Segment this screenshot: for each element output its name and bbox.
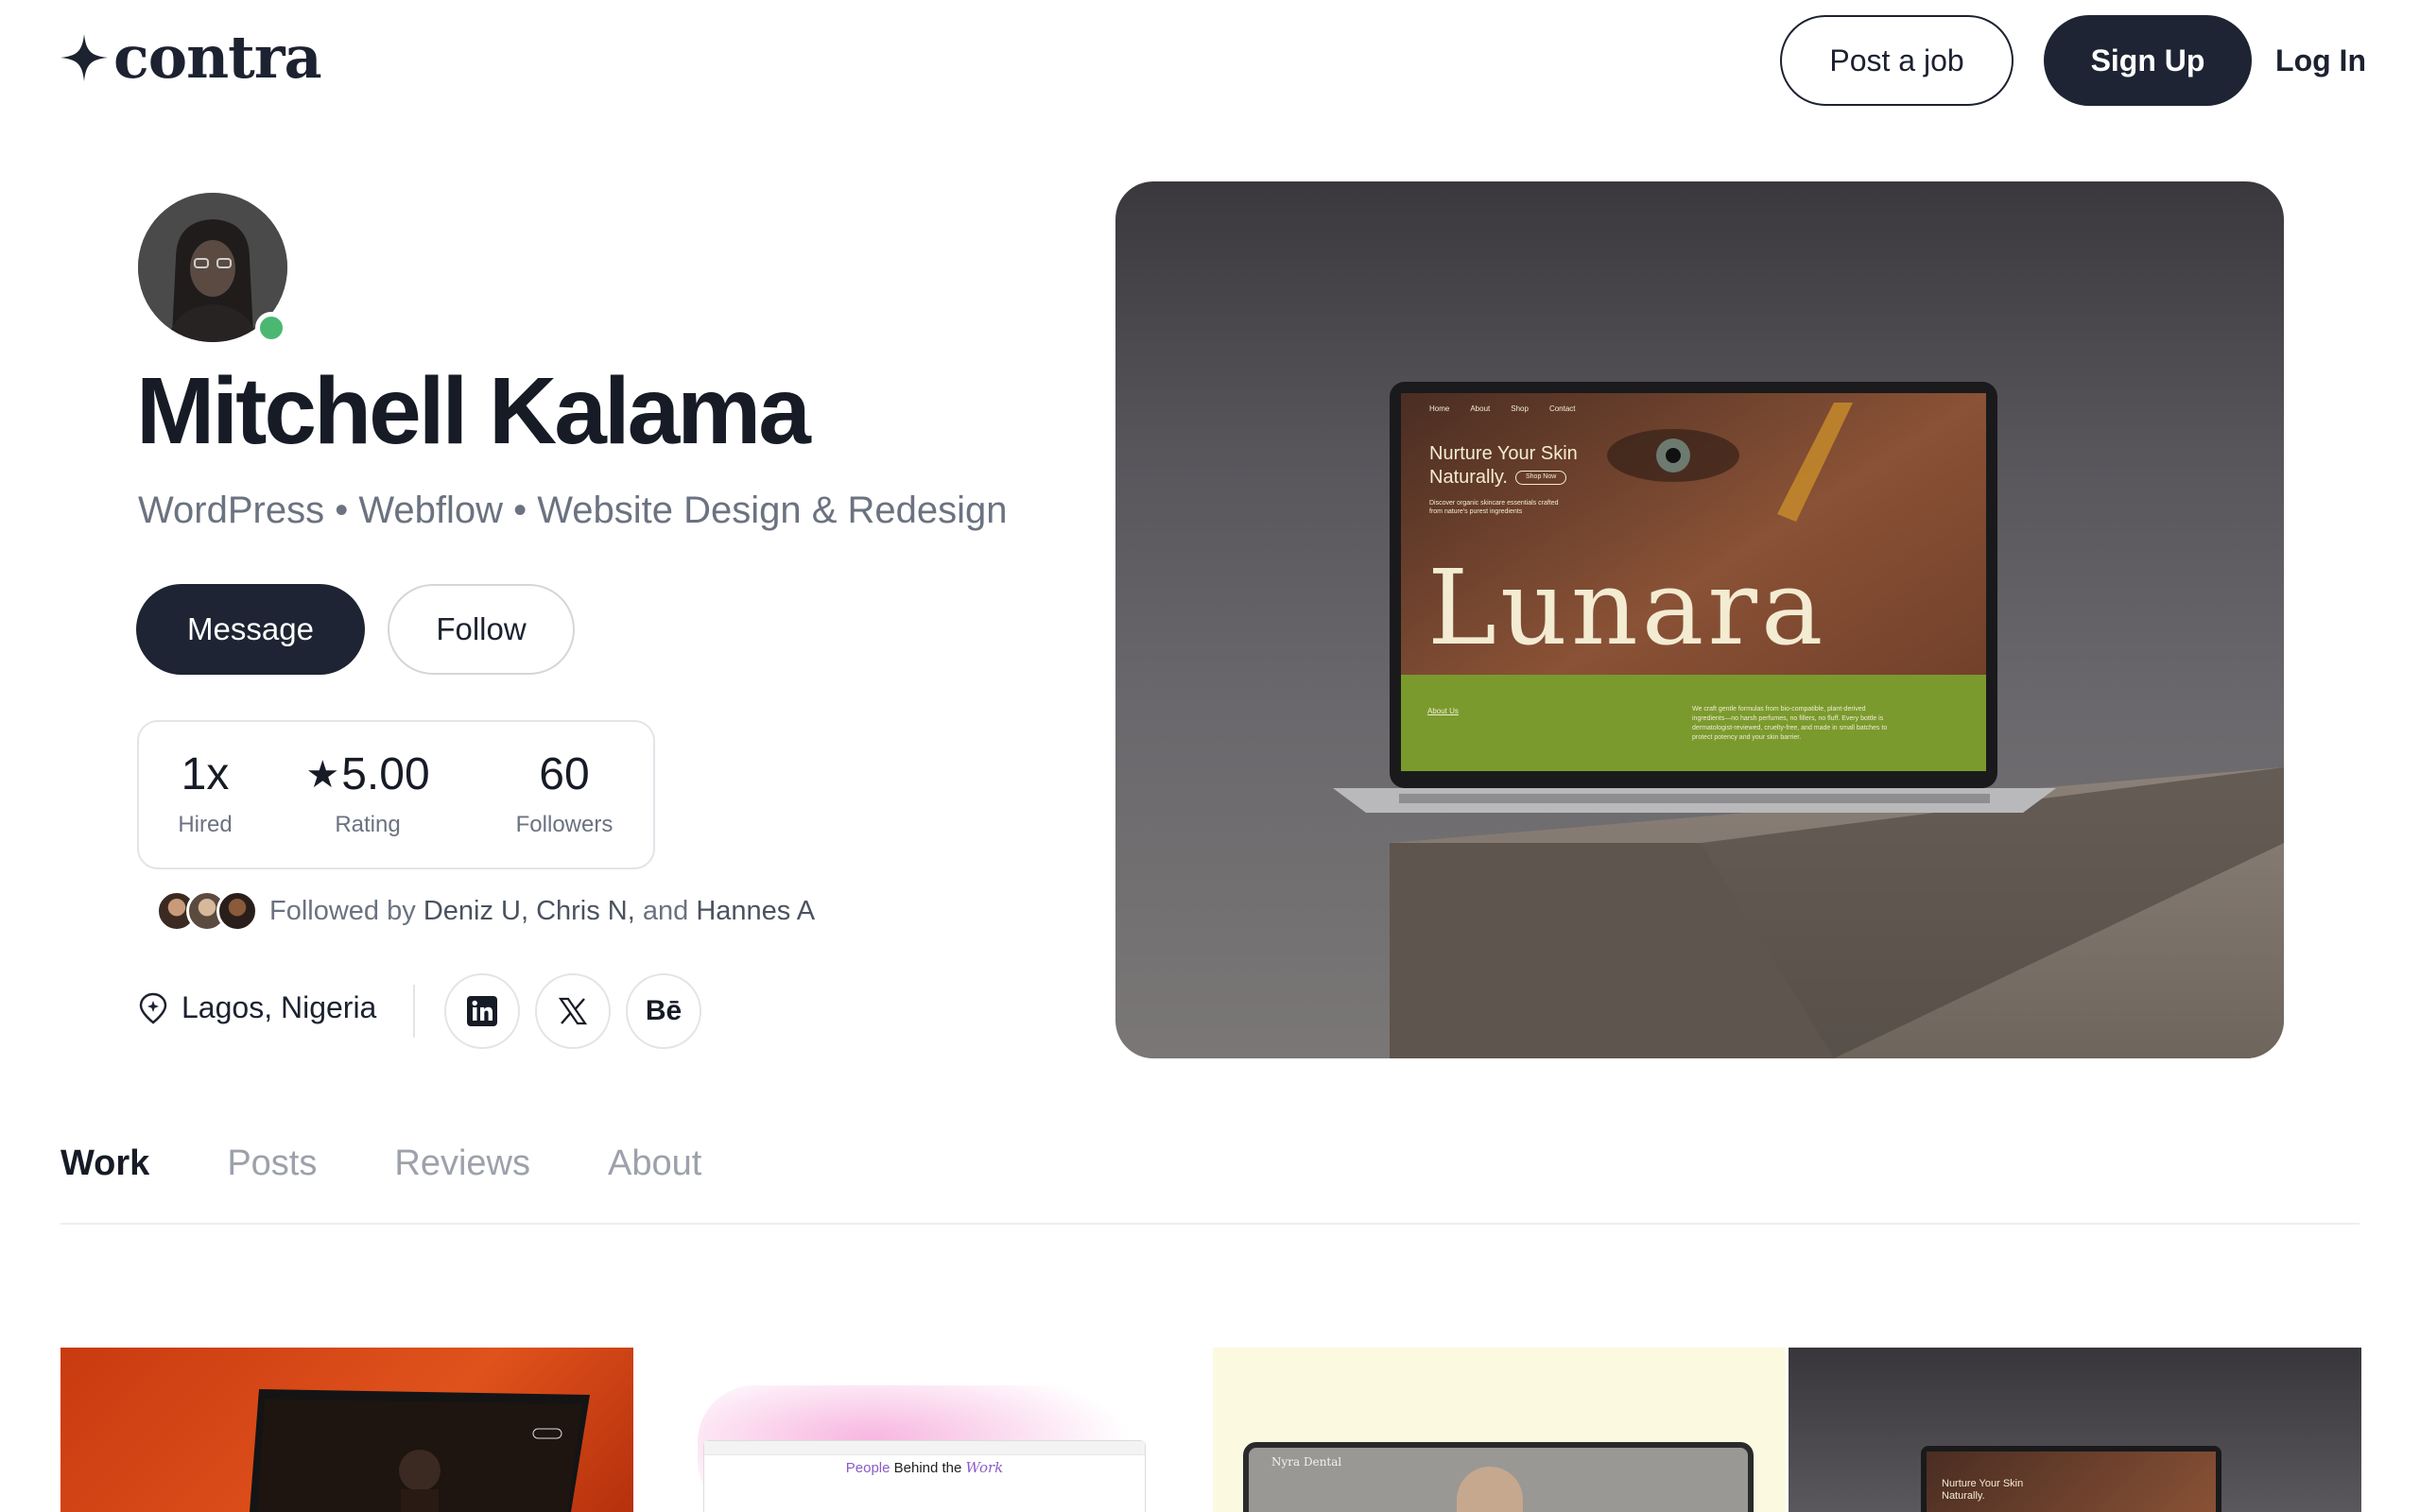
work-card-headline: Nurture Your Skin xyxy=(1942,1478,2024,1489)
work-card[interactable]: Nyra Dental xyxy=(1213,1348,1786,1512)
hero-nav-item: Home xyxy=(1429,404,1450,413)
work-card-headline: Naturally. xyxy=(1942,1490,1985,1503)
follower-name[interactable]: Hannes A xyxy=(696,896,815,926)
star-icon: ★ xyxy=(305,754,340,797)
follower-name[interactable]: Deniz U, xyxy=(424,896,528,926)
stat-rating-label: Rating xyxy=(335,811,401,837)
hero-headline: Nurture Your Skin Naturally. Shop Now xyxy=(1429,442,1578,490)
online-status-dot xyxy=(255,312,287,344)
sign-up-button[interactable]: Sign Up xyxy=(2044,15,2252,106)
stat-hired-label: Hired xyxy=(178,811,233,837)
hero-headline-line: Nurture Your Skin xyxy=(1429,443,1578,464)
hero-nav-item: Shop xyxy=(1511,404,1529,413)
work-card-title: People Behind the Work xyxy=(845,1459,1004,1476)
follower-avatar xyxy=(216,890,258,932)
profile-name: Mitchell Kalama xyxy=(136,358,811,464)
stat-hired-value: 1x xyxy=(181,749,230,799)
hero-about-link: About Us xyxy=(1427,707,1459,715)
profile-tabs: Work Posts Reviews About xyxy=(60,1143,779,1184)
location: Lagos, Nigeria xyxy=(138,990,376,1025)
stat-hired: 1x Hired xyxy=(139,749,271,838)
hero-shop-now: Shop Now xyxy=(1515,471,1567,485)
log-in-button[interactable]: Log In xyxy=(2269,15,2373,106)
linkedin-link[interactable] xyxy=(444,973,520,1049)
brand-name: contra xyxy=(113,23,322,92)
hero-subtext-line: from nature's purest ingredients xyxy=(1429,508,1523,516)
hero-body-line: dermatologist-reviewed, cruelty-free, an… xyxy=(1692,725,1888,732)
follow-button[interactable]: Follow xyxy=(388,584,575,675)
hero-subtext: Discover organic skincare essentials cra… xyxy=(1429,499,1559,516)
followed-by-prefix: Followed by xyxy=(269,895,416,926)
contra-star-icon xyxy=(60,34,108,81)
hero-body-line: ingredients—no harsh perfumes, no filler… xyxy=(1692,715,1884,723)
location-text: Lagos, Nigeria xyxy=(182,990,377,1024)
hero-body-line: We craft gentle formulas from bio-compat… xyxy=(1692,706,1866,713)
hero-body-line: protect potency and your skin barrier. xyxy=(1692,734,1802,742)
hero-nav-item: Contact xyxy=(1548,404,1576,413)
post-job-button[interactable]: Post a job xyxy=(1780,15,2014,106)
hero-body: We craft gentle formulas from bio-compat… xyxy=(1692,705,1947,744)
divider xyxy=(413,985,415,1038)
tab-work[interactable]: Work xyxy=(60,1143,149,1184)
profile-avatar[interactable] xyxy=(138,193,287,344)
stat-followers-value: 60 xyxy=(539,749,590,799)
behance-icon: Bē xyxy=(645,995,683,1026)
message-button[interactable]: Message xyxy=(136,584,365,675)
hero-brand-word: Lunara xyxy=(1427,547,1827,668)
contra-logo[interactable]: contra xyxy=(60,23,322,92)
hero-subtext-line: Discover organic skincare essentials cra… xyxy=(1429,500,1559,507)
tab-about[interactable]: About xyxy=(608,1143,701,1184)
featured-project-image[interactable]: Home About Shop Contact Nurture Your Ski… xyxy=(1115,181,2284,1058)
hero-nav: Home About Shop Contact xyxy=(1429,404,1576,413)
work-card[interactable]: Nurture Your Skin Naturally. xyxy=(1789,1348,2361,1512)
tab-posts[interactable]: Posts xyxy=(227,1143,317,1184)
x-icon xyxy=(558,997,588,1025)
work-card-brand: Nyra Dental xyxy=(1271,1455,1342,1469)
location-pin-icon xyxy=(139,992,167,1024)
hero-headline-line: Naturally. xyxy=(1429,467,1508,488)
work-card-thumbnail xyxy=(250,1389,590,1512)
profile-skills: WordPress • Webflow • Website Design & R… xyxy=(138,490,1008,531)
tabs-divider xyxy=(60,1223,2360,1225)
work-card[interactable]: People Behind the Work xyxy=(641,1348,1214,1512)
followed-by-text: Followed by Deniz U, Chris N, and Hannes… xyxy=(269,896,815,927)
stat-rating-value: 5.00 xyxy=(341,749,430,799)
browser-window: People Behind the Work xyxy=(703,1440,1146,1512)
stat-followers-label: Followers xyxy=(515,811,614,837)
laptop-screen: Nurture Your Skin Naturally. xyxy=(1921,1446,2221,1512)
stat-followers[interactable]: 60 Followers xyxy=(489,749,640,838)
stats-card: 1x Hired ★ 5.00 Rating 60 Followers xyxy=(137,720,655,869)
work-card[interactable] xyxy=(60,1348,633,1512)
tab-reviews[interactable]: Reviews xyxy=(394,1143,530,1184)
hero-nav-item: About xyxy=(1470,404,1491,413)
laptop-screen: Nyra Dental xyxy=(1243,1442,1754,1512)
linkedin-icon xyxy=(467,996,497,1026)
x-link[interactable] xyxy=(535,973,611,1049)
followed-by-conj: and xyxy=(642,895,689,926)
followed-by-row[interactable]: Followed by Deniz U, Chris N, and Hannes… xyxy=(156,890,815,932)
behance-link[interactable]: Bē xyxy=(626,973,701,1049)
follower-name[interactable]: Chris N, xyxy=(536,896,635,926)
stat-rating: ★ 5.00 Rating xyxy=(302,749,434,838)
